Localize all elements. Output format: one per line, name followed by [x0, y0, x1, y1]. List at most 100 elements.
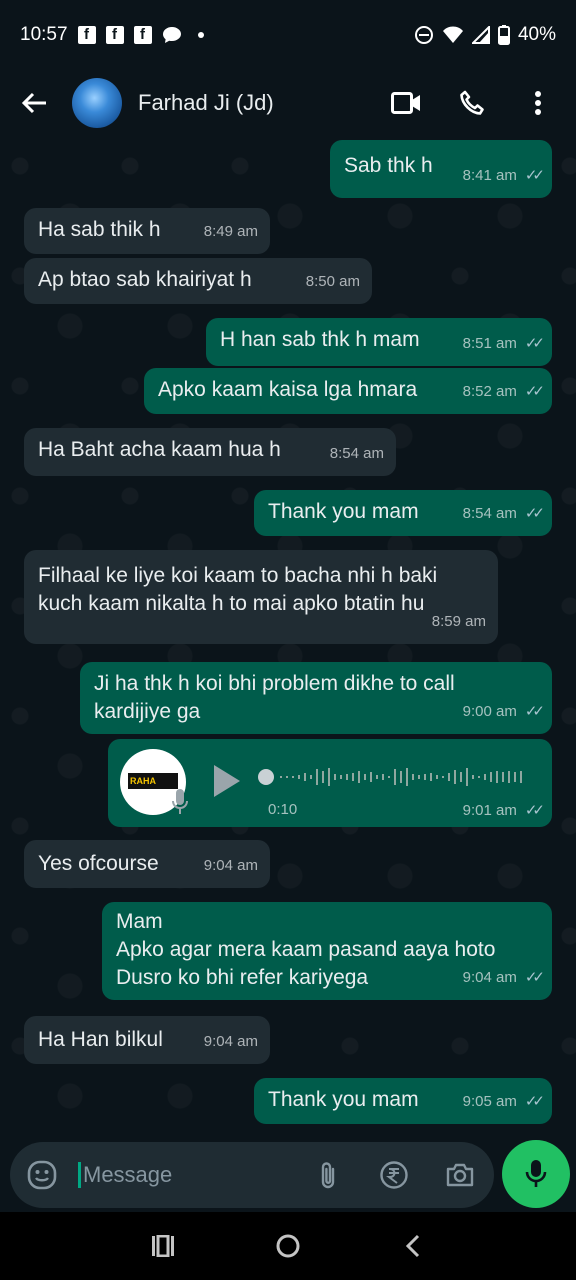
message-time: 9:05 am: [462, 1093, 517, 1110]
waveform[interactable]: [258, 765, 528, 789]
message-meta: 9:00 am ✓✓: [462, 698, 545, 726]
message-meta: 8:54 am ✓✓: [462, 500, 545, 528]
read-ticks-icon: ✓✓: [524, 802, 545, 819]
camera-button[interactable]: [442, 1157, 478, 1193]
message-bubble[interactable]: Mam Apko agar mera kaam pasand aaya hoto…: [102, 902, 552, 1000]
message-bubble[interactable]: Thank you mam 9:05 am ✓✓: [254, 1078, 552, 1124]
message-meta: 8:50 am8:49 am: [204, 218, 258, 246]
status-time: 10:57: [20, 24, 68, 45]
message-meta: 9:05 am ✓✓: [462, 1088, 545, 1116]
message-bubble[interactable]: Ap btao sab khairiyat h 8:50 am: [24, 258, 372, 304]
message-time: 9:04 am: [203, 857, 258, 874]
back-button[interactable]: [14, 83, 54, 123]
video-call-icon: [391, 92, 420, 114]
voice-message[interactable]: RAHA 0:10 9:01 am ✓✓: [108, 739, 552, 827]
message-meta: 8:41 am ✓✓: [462, 162, 545, 190]
message-bubble[interactable]: Sab thk h 8:41 am ✓✓: [330, 140, 552, 198]
message-bubble[interactable]: Ha sab thik h 8:50 am8:49 am: [24, 208, 270, 254]
message-meta: 8:51 am ✓✓: [462, 330, 545, 358]
read-ticks-icon: ✓✓: [524, 383, 545, 400]
message-composer: [10, 1142, 494, 1208]
emoji-icon: [27, 1160, 57, 1190]
message-time: 9:00 am: [462, 703, 517, 720]
message-time: 8:41 am: [462, 167, 517, 184]
chevron-left-icon: [406, 1234, 420, 1258]
message-bubble[interactable]: Filhaal ke liye koi kaam to bacha nhi h …: [24, 550, 498, 644]
message-bubble[interactable]: H han sab thk h mam 8:51 am ✓✓: [206, 318, 552, 366]
status-right: 40%: [414, 24, 556, 46]
voice-call-button[interactable]: [454, 85, 490, 121]
contact-name[interactable]: Farhad Ji (Jd): [138, 90, 274, 116]
message-text: Filhaal ke liye koi kaam to bacha nhi h …: [38, 564, 438, 615]
message-meta: 9:04 am: [204, 852, 258, 880]
read-ticks-icon: ✓✓: [524, 969, 545, 986]
composer-actions: [310, 1157, 480, 1193]
composer-bar: [0, 1140, 576, 1212]
video-call-button[interactable]: [388, 85, 424, 121]
message-meta: 9:04 am: [204, 1028, 258, 1056]
message-time: 9:01 am: [462, 801, 517, 819]
chat-area[interactable]: Sab thk h 8:41 am✓✓ Ha sab thik h 8:50 a…: [0, 136, 576, 1140]
message-bubble[interactable]: Yes ofcourse 9:04 am: [24, 840, 270, 888]
message-input[interactable]: [78, 1162, 298, 1188]
wifi-icon: [442, 26, 463, 43]
battery-percent: 40%: [517, 24, 556, 45]
message-bubble[interactable]: Ji ha thk h koi bhi problem dikhe to cal…: [80, 662, 552, 734]
message-bubble[interactable]: Ha Han bilkul 9:04 am: [24, 1016, 270, 1064]
camera-icon: [446, 1163, 474, 1187]
status-left: 10:57 f f f: [20, 24, 204, 46]
message-meta: 8:50 am: [306, 268, 360, 296]
more-vert-icon: [535, 91, 541, 115]
mic-icon: [172, 789, 188, 814]
message-bubble[interactable]: Apko kaam kaisa lga hmara 8:52 am ✓✓: [144, 368, 552, 414]
recents-icon: [151, 1235, 174, 1257]
header-actions: [388, 85, 562, 121]
recents-button[interactable]: [141, 1224, 185, 1268]
emoji-button[interactable]: [24, 1157, 60, 1193]
more-options-button[interactable]: [520, 85, 556, 121]
rupee-icon: [380, 1161, 408, 1189]
read-ticks-icon: ✓✓: [524, 167, 545, 184]
message-meta: 9:01 am ✓✓: [462, 801, 545, 820]
signal-icon: [471, 26, 490, 44]
message-meta: 8:52 am ✓✓: [462, 378, 545, 406]
dot-icon: [197, 32, 204, 38]
contact-avatar[interactable]: [72, 78, 122, 128]
message-time: 8:52 am: [462, 383, 517, 400]
attach-button[interactable]: [310, 1157, 346, 1193]
message-bubble[interactable]: Ha Baht acha kaam hua h 8:54 am: [24, 428, 396, 476]
message-meta: 8:54 am: [330, 440, 384, 468]
facebook-icon: f: [105, 26, 124, 44]
message-time: 8:51 am: [462, 335, 517, 352]
facebook-icon: f: [77, 26, 96, 44]
mic-icon: [525, 1160, 547, 1187]
read-ticks-icon: ✓✓: [524, 703, 545, 720]
message-time: 8:54 am: [462, 505, 517, 522]
message-time: 9:04 am: [462, 969, 517, 986]
chat-header: Farhad Ji (Jd): [0, 70, 576, 136]
attach-icon: [321, 1162, 335, 1189]
read-ticks-icon: ✓✓: [524, 335, 545, 352]
chat-icon: [162, 27, 181, 43]
message-time: 9:04 am: [203, 1033, 258, 1050]
message-time: 8:49 am: [203, 223, 258, 240]
voice-duration: 0:10: [268, 801, 298, 818]
home-button[interactable]: [266, 1224, 310, 1268]
play-icon: [214, 765, 240, 797]
phone-icon: [460, 90, 484, 115]
message-time: 8:54 am: [329, 445, 384, 462]
home-icon: [276, 1234, 300, 1258]
back-nav-button[interactable]: [391, 1224, 435, 1268]
message-bubble[interactable]: Thank you mam 8:54 am ✓✓: [254, 490, 552, 536]
back-arrow-icon: [21, 92, 46, 114]
message-meta: 8:59 am: [432, 608, 486, 636]
system-nav-bar: [0, 1212, 576, 1280]
voice-record-button[interactable]: [502, 1140, 570, 1208]
message-time: 8:59 am: [431, 613, 486, 630]
battery-icon: [497, 25, 510, 45]
message-meta: 9:04 am ✓✓: [462, 964, 545, 992]
read-ticks-icon: ✓✓: [524, 1093, 545, 1110]
payment-button[interactable]: [376, 1157, 412, 1193]
facebook-icon: f: [133, 26, 152, 44]
read-ticks-icon: ✓✓: [524, 505, 545, 522]
